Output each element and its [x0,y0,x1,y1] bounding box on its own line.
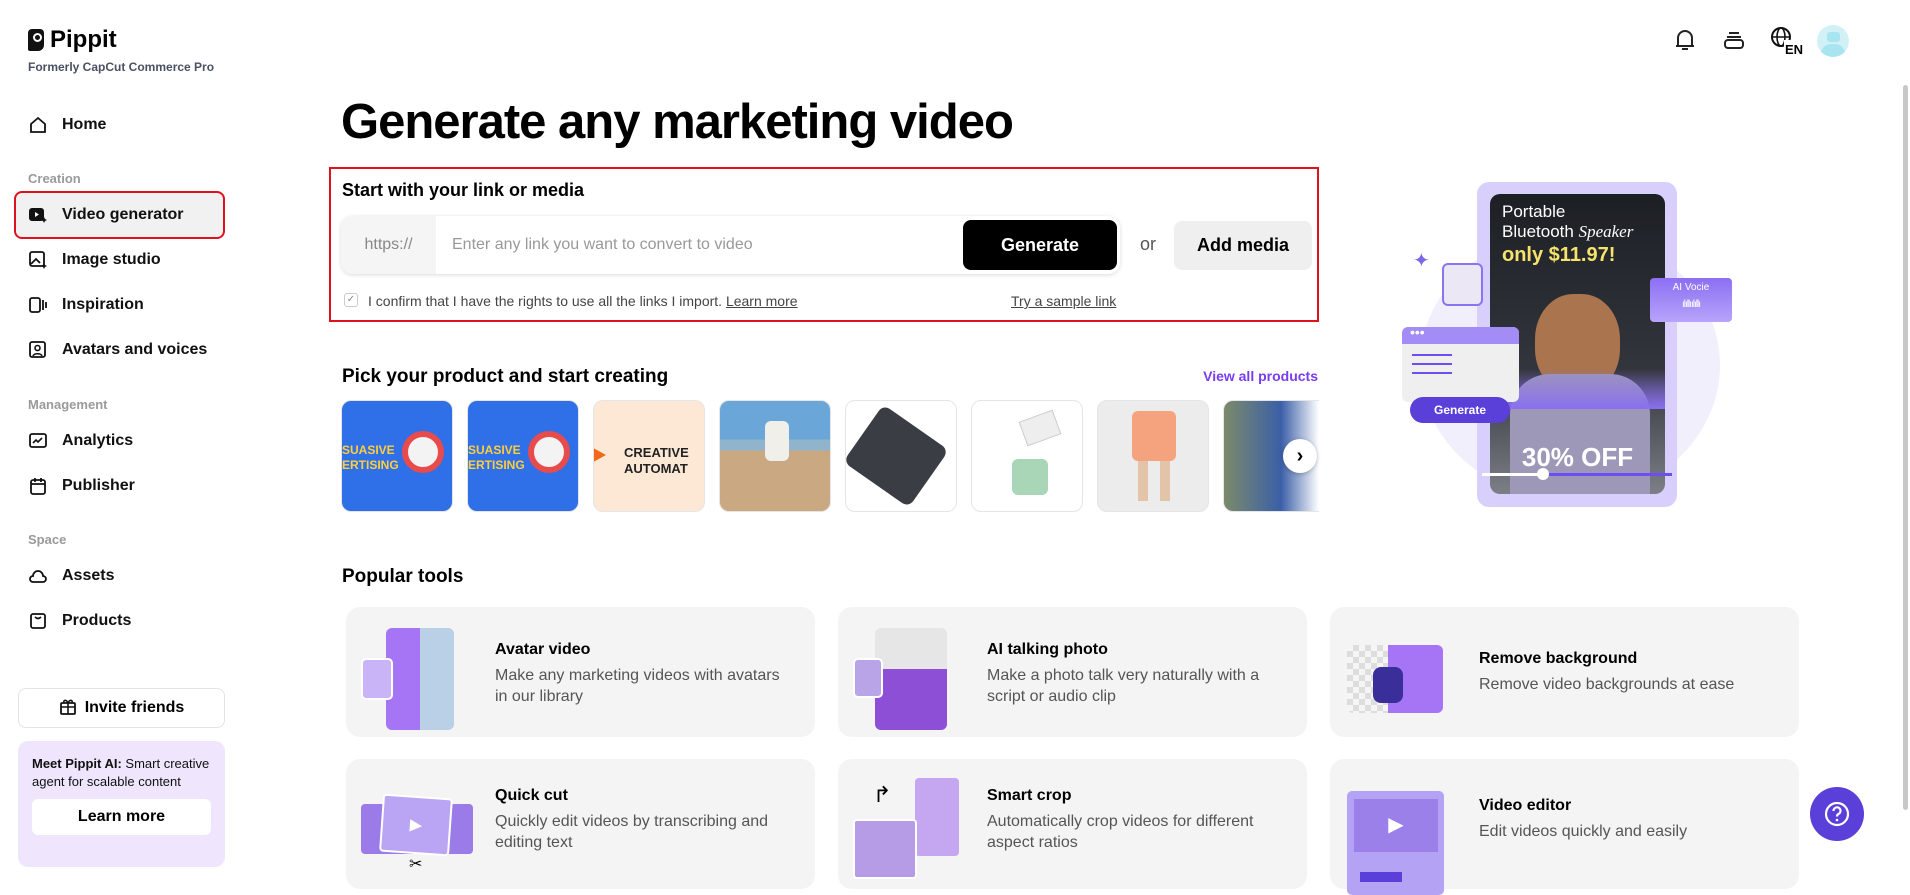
hero-illustration: Portable Bluetooth Speaker only $11.97! … [1380,170,1750,520]
inspiration-icon [28,295,48,315]
url-prefix: https:// [341,216,436,274]
video-editor-thumbnail: ▶ [1345,774,1455,895]
view-all-products-link[interactable]: View all products [1180,368,1318,384]
rights-confirm-checkbox[interactable]: ✓ [344,293,358,307]
pippit-logo[interactable]: Pippit [28,26,117,54]
sidebar-item-publisher[interactable]: Publisher [16,464,223,508]
scissors-icon: ✂ [409,856,423,873]
chevron-right-icon: › [1296,444,1304,467]
smart-crop-thumbnail: ↱ [853,774,963,879]
home-icon [28,115,48,135]
product-thumbnail[interactable] [719,400,831,512]
sidebar-item-video-generator[interactable]: Video generator [14,191,225,239]
sidebar-item-inspiration[interactable]: Inspiration [16,283,223,327]
sidebar-item-analytics[interactable]: Analytics [16,419,223,463]
art-generate-button: Generate [1410,397,1510,423]
sidebar-item-image-studio[interactable]: Image studio [16,238,223,282]
rights-confirm-text: I confirm that I have the rights to use … [368,293,723,309]
product-thumbnail[interactable]: SUASIVE ERTISING [341,400,453,512]
notification-bell-icon[interactable] [1671,26,1699,54]
learn-more-button[interactable]: Learn more [32,799,211,835]
invite-friends-button[interactable]: Invite friends [18,688,225,728]
product-thumbnail[interactable] [1097,400,1209,512]
page-title: Generate any marketing video [341,95,1014,149]
gift-icon [59,697,77,720]
popular-tools-title: Popular tools [342,566,464,587]
calendar-icon [28,476,48,496]
try-sample-link[interactable]: Try a sample link [1011,293,1116,309]
cloud-icon [28,566,48,586]
tool-card-remove-background[interactable]: Remove background Remove video background… [1330,607,1799,737]
ai-talking-photo-thumbnail [853,622,963,730]
generate-button[interactable]: Generate [963,220,1117,270]
sidebar-item-home[interactable]: Home [16,103,223,147]
sparkle-icon: ✦ [1413,250,1430,272]
tool-card-ai-talking-photo[interactable]: AI talking photo Make a photo talk very n… [838,607,1307,737]
question-icon [1824,801,1850,827]
bag-icon [28,611,48,631]
language-code: EN [1785,42,1803,55]
image-studio-icon [28,250,48,270]
sidebar-item-assets[interactable]: Assets [16,554,223,598]
product-thumbnail[interactable] [845,400,957,512]
group-label-management: Management [28,397,108,412]
sidebar-item-avatars-and-voices[interactable]: Avatars and voices [16,328,223,372]
quick-cut-thumbnail: ▶ ✂ [361,774,473,874]
products-next-arrow[interactable]: › [1283,439,1317,473]
arrow-icon: ↱ [873,782,892,807]
group-label-space: Space [28,532,67,547]
language-globe-icon[interactable]: EN [1769,26,1805,55]
art-line1: Portable [1502,202,1566,221]
product-thumbnail[interactable]: CREATIVE AUTOMAT [593,400,705,512]
logo-mark-icon [28,29,44,51]
video-generator-icon [28,205,48,225]
product-thumbnail[interactable]: SUASIVE ERTISING [467,400,579,512]
subscription-icon[interactable] [1720,26,1748,54]
group-label-creation: Creation [28,171,81,186]
tool-card-avatar-video[interactable]: Avatar video Make any marketing videos wi… [346,607,815,737]
product-thumbnail[interactable] [971,400,1083,512]
pippit-ai-promo: Meet Pippit AI: Smart creative agent for… [18,741,225,867]
or-separator: or [1140,234,1157,254]
help-button[interactable] [1810,787,1864,841]
tool-card-smart-crop[interactable]: ↱ Smart crop Automatically crop videos for… [838,759,1307,889]
avatar-icon [28,340,48,360]
sidebar-item-products[interactable]: Products [16,599,223,643]
learn-more-link[interactable]: Learn more [726,293,798,309]
remove-background-thumbnail [1345,622,1455,722]
ai-voice-badge: AI Vocie ılıllıılıllı [1650,278,1732,322]
tool-card-video-editor[interactable]: ▶ Video editor Edit videos quickly and eas… [1330,759,1799,895]
link-section-label: Start with your link or media [342,180,585,200]
page-scrollbar[interactable] [1903,85,1908,810]
art-discount: 30% OFF [1521,442,1634,472]
user-avatar[interactable] [1817,25,1849,57]
avatar-video-thumbnail [361,622,471,730]
art-price: only $11.97! [1502,244,1616,266]
promo-heading: Meet Pippit AI: [32,756,122,771]
add-media-button[interactable]: Add media [1174,221,1312,270]
brand-subtitle: Formerly CapCut Commerce Pro [28,60,215,74]
tool-card-quick-cut[interactable]: ▶ ✂ Quick cut Quickly edit videos by transc… [346,759,815,889]
analytics-icon [28,431,48,451]
products-section-title: Pick your product and start creating [342,366,669,387]
